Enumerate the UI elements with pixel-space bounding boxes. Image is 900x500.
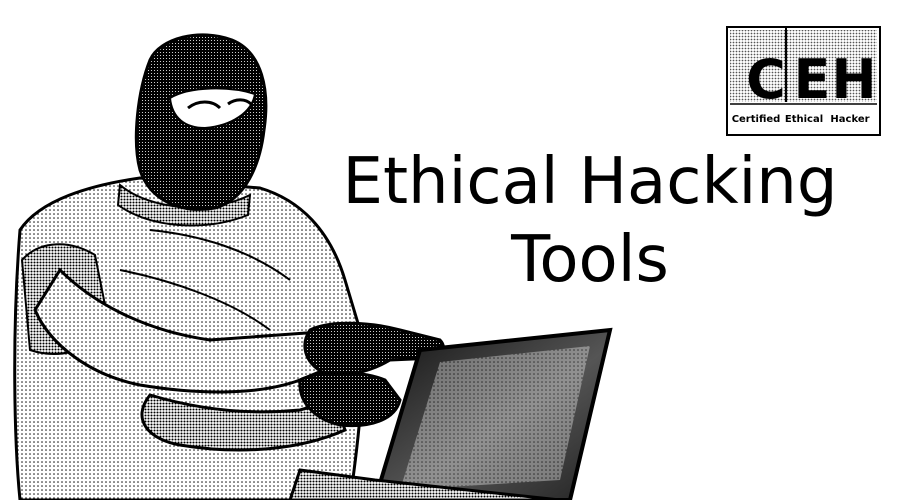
headline-line-1: Ethical Hacking <box>342 145 838 219</box>
logo-letter-h: H <box>831 48 876 111</box>
headline-line-2: Tools <box>511 223 669 297</box>
logo-letter-e: E <box>794 48 831 111</box>
logo-word-ethical: Ethical <box>785 114 823 125</box>
ceh-logo: C E H Certified Ethical Hacker <box>726 26 881 136</box>
logo-word-hacker: Hacker <box>830 114 869 125</box>
logo-letter-c: C <box>746 48 786 111</box>
logo-word-certified: Certified <box>732 114 781 125</box>
